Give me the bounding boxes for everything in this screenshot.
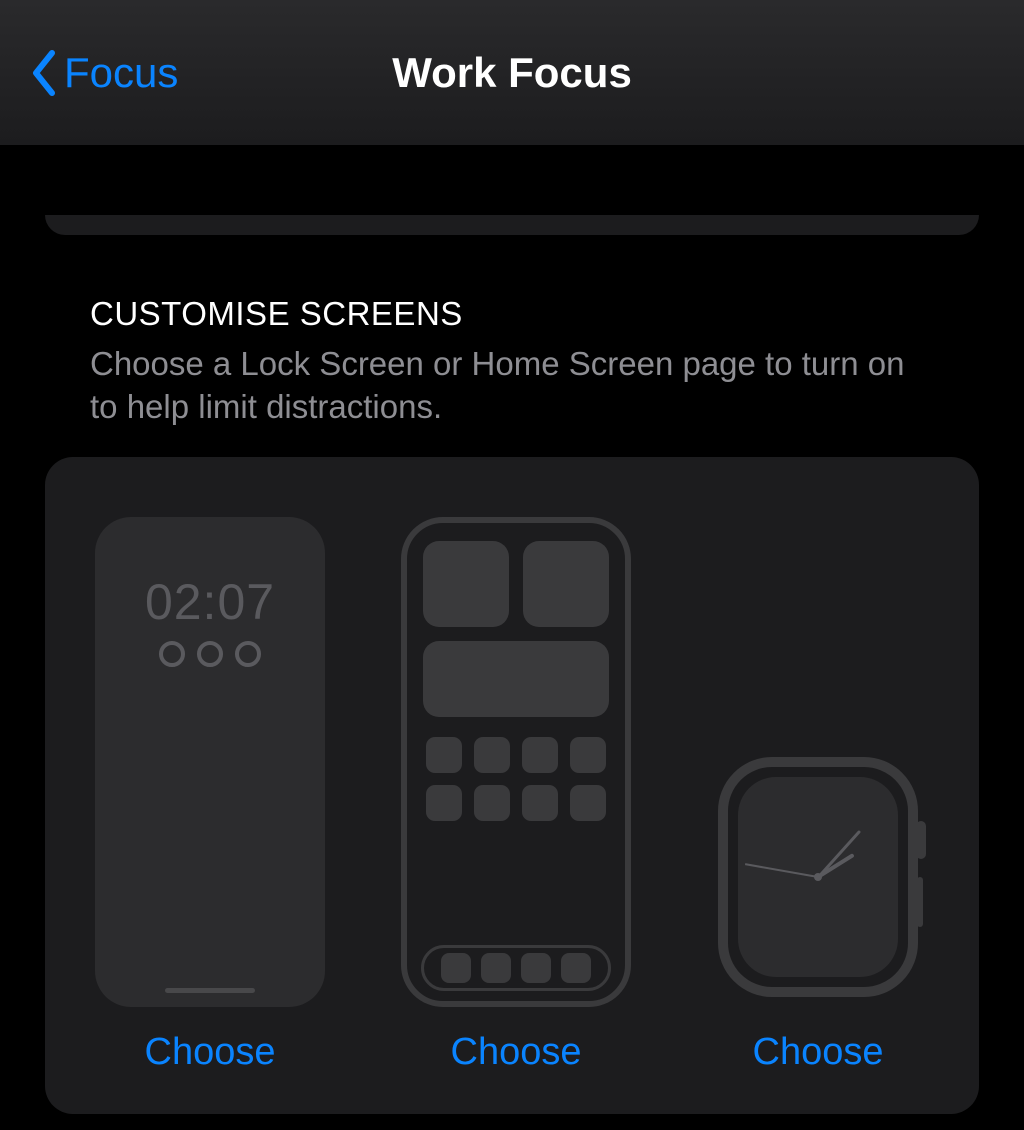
lock-screen-time: 02:07 bbox=[145, 573, 275, 631]
home-indicator-icon bbox=[165, 988, 255, 993]
widget-row-icon bbox=[423, 541, 609, 627]
back-button[interactable]: Focus bbox=[30, 49, 178, 97]
lock-screen-widgets-icon bbox=[159, 641, 261, 667]
lock-screen-option: 02:07 Choose bbox=[95, 517, 325, 1074]
previous-card-edge bbox=[45, 215, 979, 235]
page-title: Work Focus bbox=[392, 49, 632, 97]
watch-face-icon bbox=[738, 777, 898, 977]
watch-crown-icon bbox=[916, 821, 926, 859]
home-screen-option: Choose bbox=[401, 517, 631, 1074]
content-area: CUSTOMISE SCREENS Choose a Lock Screen o… bbox=[0, 145, 1024, 1114]
home-screen-preview[interactable] bbox=[401, 517, 631, 1007]
lock-screen-preview[interactable]: 02:07 bbox=[95, 517, 325, 1007]
choose-watch-button[interactable]: Choose bbox=[753, 1031, 884, 1074]
section-title: CUSTOMISE SCREENS bbox=[90, 295, 934, 333]
watch-option: Choose bbox=[707, 747, 929, 1074]
choose-lock-screen-button[interactable]: Choose bbox=[145, 1031, 276, 1074]
customise-screens-card: 02:07 Choose bbox=[45, 457, 979, 1114]
choose-home-screen-button[interactable]: Choose bbox=[451, 1031, 582, 1074]
app-grid-icon bbox=[426, 737, 606, 821]
chevron-left-icon bbox=[30, 49, 58, 97]
dock-icon bbox=[421, 945, 611, 991]
watch-preview[interactable] bbox=[707, 747, 929, 1007]
navigation-bar: Focus Work Focus bbox=[0, 0, 1024, 145]
back-label: Focus bbox=[64, 49, 178, 97]
watch-case-icon bbox=[718, 757, 918, 997]
watch-side-button-icon bbox=[917, 877, 923, 927]
section-subtitle: Choose a Lock Screen or Home Screen page… bbox=[90, 343, 934, 429]
section-header: CUSTOMISE SCREENS Choose a Lock Screen o… bbox=[45, 295, 979, 429]
widget-wide-icon bbox=[423, 641, 609, 717]
